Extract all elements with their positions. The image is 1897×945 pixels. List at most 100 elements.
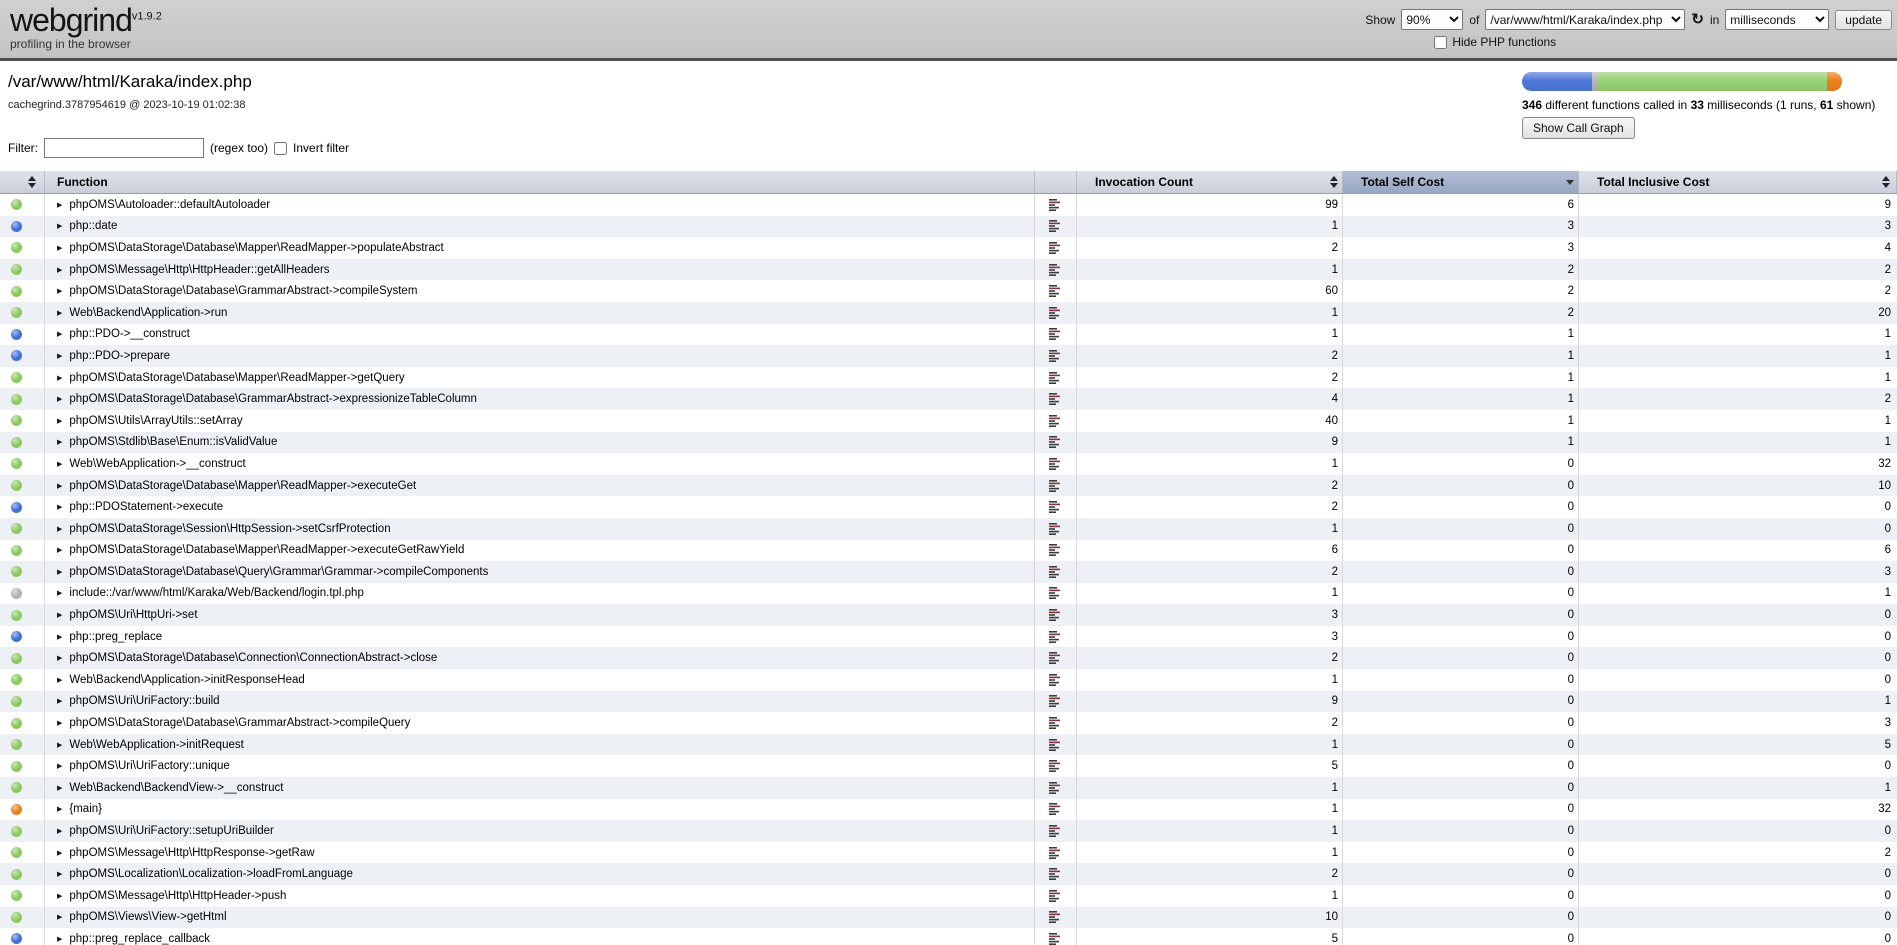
source-icon-cell[interactable]: [1035, 367, 1077, 389]
function-cell[interactable]: ▶phpOMS\Views\View->getHtml: [45, 907, 1035, 929]
source-icon-cell[interactable]: [1035, 777, 1077, 799]
expand-arrow-icon[interactable]: ▶: [57, 438, 62, 446]
expand-arrow-icon[interactable]: ▶: [57, 654, 62, 662]
expand-arrow-icon[interactable]: ▶: [57, 805, 62, 813]
source-icon-cell[interactable]: [1035, 799, 1077, 821]
expand-arrow-icon[interactable]: ▶: [57, 309, 62, 317]
source-lines-icon[interactable]: [1049, 500, 1062, 514]
source-lines-icon[interactable]: [1049, 824, 1062, 838]
source-icon-cell[interactable]: [1035, 237, 1077, 259]
source-icon-cell[interactable]: [1035, 626, 1077, 648]
function-cell[interactable]: ▶phpOMS\DataStorage\Session\HttpSession-…: [45, 518, 1035, 540]
source-icon-cell[interactable]: [1035, 518, 1077, 540]
filter-input[interactable]: [44, 138, 204, 158]
function-cell[interactable]: ▶phpOMS\DataStorage\Database\Connection\…: [45, 647, 1035, 669]
function-cell[interactable]: ▶ php::PDOStatement->execute: [45, 496, 1035, 518]
function-name[interactable]: php::preg_replace: [69, 631, 162, 643]
function-name[interactable]: phpOMS\DataStorage\Database\GrammarAbstr…: [69, 717, 410, 729]
function-name[interactable]: phpOMS\DataStorage\Database\Mapper\ReadM…: [69, 480, 416, 492]
function-name[interactable]: php::PDOStatement->execute: [69, 501, 223, 513]
function-name[interactable]: phpOMS\Uri\HttpUri->set: [69, 609, 197, 621]
source-icon-cell[interactable]: [1035, 388, 1077, 410]
source-lines-icon[interactable]: [1049, 284, 1062, 298]
function-name[interactable]: phpOMS\DataStorage\Database\Query\Gramma…: [69, 566, 488, 578]
function-name[interactable]: Web\Backend\Application->run: [69, 307, 227, 319]
source-icon-cell[interactable]: [1035, 734, 1077, 756]
show-percent-select[interactable]: 90%: [1401, 9, 1463, 30]
source-icon-cell[interactable]: [1035, 885, 1077, 907]
source-lines-icon[interactable]: [1049, 759, 1062, 773]
expand-arrow-icon[interactable]: ▶: [57, 633, 62, 641]
source-icon-cell[interactable]: [1035, 453, 1077, 475]
source-icon-cell[interactable]: [1035, 540, 1077, 562]
source-lines-icon[interactable]: [1049, 716, 1062, 730]
source-lines-icon[interactable]: [1049, 608, 1062, 622]
expand-arrow-icon[interactable]: ▶: [57, 395, 62, 403]
function-name[interactable]: phpOMS\Autoloader::defaultAutoloader: [69, 199, 270, 211]
function-cell[interactable]: ▶phpOMS\Uri\HttpUri->set: [45, 604, 1035, 626]
expand-arrow-icon[interactable]: ▶: [57, 503, 62, 511]
source-icon-cell[interactable]: [1035, 561, 1077, 583]
source-lines-icon[interactable]: [1049, 241, 1062, 255]
unit-select[interactable]: milliseconds: [1725, 9, 1829, 30]
function-name[interactable]: php::PDO->__construct: [69, 328, 190, 340]
expand-arrow-icon[interactable]: ▶: [57, 784, 62, 792]
source-icon-cell[interactable]: [1035, 496, 1077, 518]
function-cell[interactable]: ▶ phpOMS\DataStorage\Database\Mapper\Read…: [45, 367, 1035, 389]
function-name[interactable]: phpOMS\DataStorage\Database\Mapper\ReadM…: [69, 242, 443, 254]
function-cell[interactable]: ▶phpOMS\DataStorage\Database\Mapper\Read…: [45, 475, 1035, 497]
source-lines-icon[interactable]: [1049, 651, 1062, 665]
function-cell[interactable]: ▶phpOMS\Message\Http\HttpHeader->push: [45, 885, 1035, 907]
source-icon-cell[interactable]: [1035, 712, 1077, 734]
sort-descending-icon[interactable]: [1566, 180, 1574, 185]
function-cell[interactable]: ▶ phpOMS\DataStorage\Database\Mapper\Read…: [45, 237, 1035, 259]
source-icon-cell[interactable]: [1035, 755, 1077, 777]
header-total-self-cost[interactable]: Total Self Cost: [1343, 171, 1579, 193]
sort-both-icon[interactable]: [28, 176, 36, 188]
source-icon-cell[interactable]: [1035, 324, 1077, 346]
source-lines-icon[interactable]: [1049, 586, 1062, 600]
source-lines-icon[interactable]: [1049, 219, 1062, 233]
sort-both-icon[interactable]: [1330, 176, 1338, 188]
source-icon-cell[interactable]: [1035, 475, 1077, 497]
function-name[interactable]: {main}: [69, 803, 102, 815]
source-lines-icon[interactable]: [1049, 565, 1062, 579]
function-name[interactable]: include::/var/www/html/Karaka/Web/Backen…: [69, 587, 363, 599]
expand-arrow-icon[interactable]: ▶: [57, 374, 62, 382]
source-icon-cell[interactable]: [1035, 194, 1077, 216]
source-lines-icon[interactable]: [1049, 198, 1062, 212]
function-cell[interactable]: ▶phpOMS\DataStorage\Database\GrammarAbst…: [45, 280, 1035, 302]
source-lines-icon[interactable]: [1049, 457, 1062, 471]
function-cell[interactable]: ▶phpOMS\Uri\UriFactory::unique: [45, 755, 1035, 777]
source-icon-cell[interactable]: [1035, 842, 1077, 864]
expand-arrow-icon[interactable]: ▶: [57, 525, 62, 533]
source-icon-cell[interactable]: [1035, 583, 1077, 605]
expand-arrow-icon[interactable]: ▶: [57, 222, 62, 230]
source-lines-icon[interactable]: [1049, 479, 1062, 493]
function-name[interactable]: Web\WebApplication->__construct: [69, 458, 245, 470]
expand-arrow-icon[interactable]: ▶: [57, 697, 62, 705]
function-name[interactable]: Web\Backend\Application->initResponseHea…: [69, 674, 304, 686]
source-lines-icon[interactable]: [1049, 694, 1062, 708]
source-icon-cell[interactable]: [1035, 820, 1077, 842]
expand-arrow-icon[interactable]: ▶: [57, 870, 62, 878]
function-cell[interactable]: ▶ Web\Backend\Application->run: [45, 302, 1035, 324]
function-name[interactable]: phpOMS\DataStorage\Database\Mapper\ReadM…: [69, 372, 404, 384]
function-name[interactable]: phpOMS\Localization\Localization->loadFr…: [69, 868, 353, 880]
function-cell[interactable]: ▶ phpOMS\Localization\Localization->loadF…: [45, 863, 1035, 885]
function-name[interactable]: Web\Backend\BackendView->__construct: [69, 782, 283, 794]
source-icon-cell[interactable]: [1035, 216, 1077, 238]
function-cell[interactable]: ▶include::/var/www/html/Karaka/Web/Backe…: [45, 583, 1035, 605]
expand-arrow-icon[interactable]: ▶: [57, 352, 62, 360]
function-cell[interactable]: ▶ Web\Backend\BackendView->__construct: [45, 777, 1035, 799]
function-cell[interactable]: ▶ php::preg_replace: [45, 626, 1035, 648]
source-lines-icon[interactable]: [1049, 522, 1062, 536]
function-name[interactable]: phpOMS\DataStorage\Database\GrammarAbstr…: [69, 393, 476, 405]
expand-arrow-icon[interactable]: ▶: [57, 244, 62, 252]
source-icon-cell[interactable]: [1035, 669, 1077, 691]
expand-arrow-icon[interactable]: ▶: [57, 892, 62, 900]
header-invocation-count[interactable]: Invocation Count: [1077, 171, 1343, 193]
source-icon-cell[interactable]: [1035, 280, 1077, 302]
function-cell[interactable]: ▶phpOMS\DataStorage\Database\Query\Gramm…: [45, 561, 1035, 583]
expand-arrow-icon[interactable]: ▶: [57, 849, 62, 857]
